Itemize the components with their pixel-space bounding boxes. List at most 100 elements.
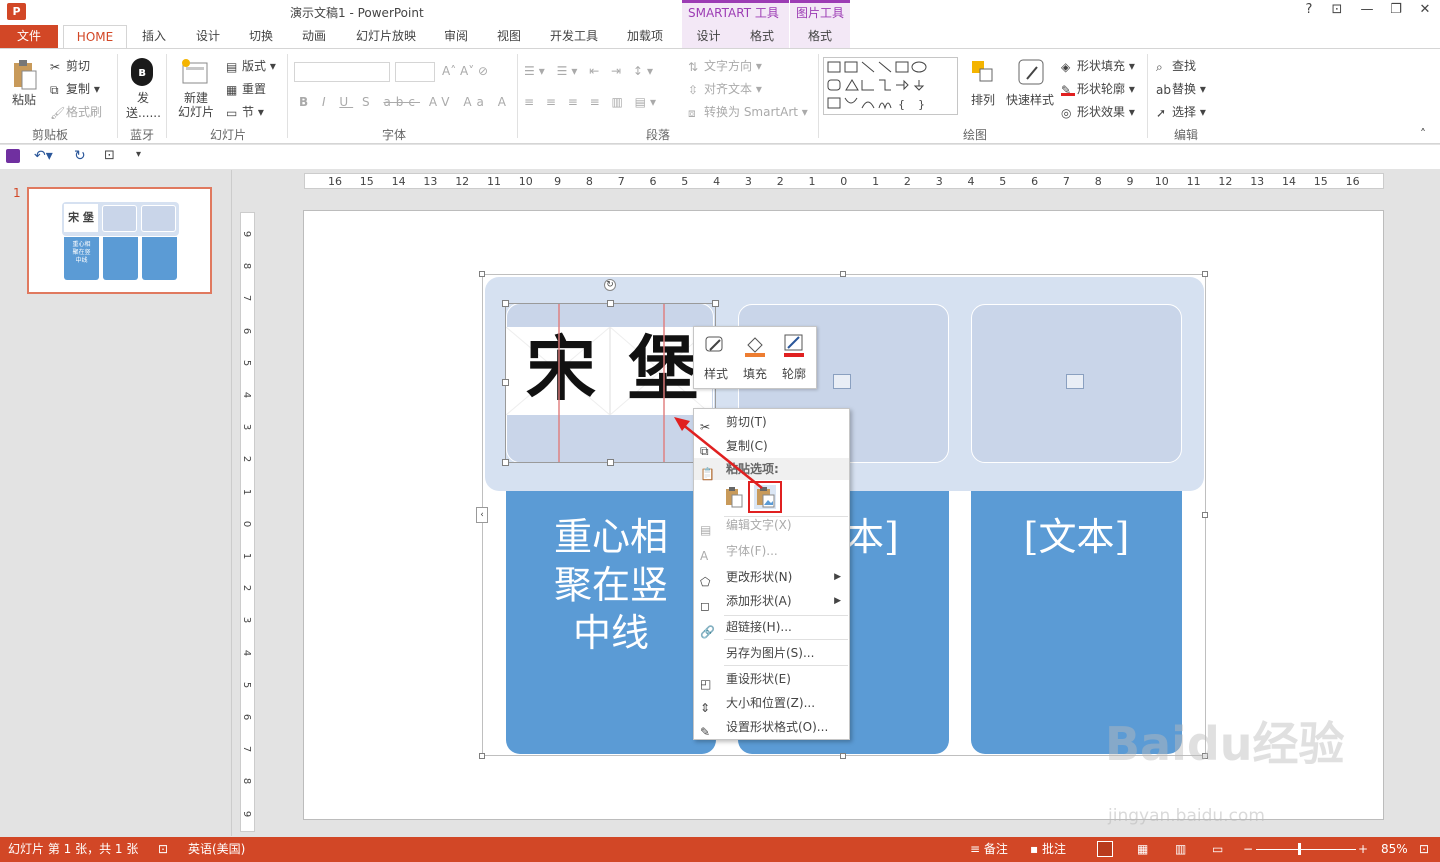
tab-view[interactable]: 视图 <box>487 25 531 48</box>
font-color-button[interactable]: A <box>498 95 511 109</box>
resize-handle[interactable] <box>607 300 614 307</box>
tab-insert[interactable]: 插入 <box>132 25 176 48</box>
new-slide-button[interactable]: 新建 幻灯片 <box>174 91 218 119</box>
bluetooth-send-button[interactable]: 发送...... <box>126 91 161 121</box>
cut-button[interactable]: ✂ 剪切 <box>50 57 90 74</box>
underline-button[interactable]: U <box>339 95 353 109</box>
notes-button[interactable]: ≡ 备注 <box>970 837 1008 861</box>
language-status[interactable]: 英语(美国) <box>188 837 245 861</box>
resize-handle[interactable] <box>502 459 509 466</box>
arrange-button[interactable]: 排列 <box>971 91 995 108</box>
menu-save-as-picture[interactable]: 另存为图片(S)... <box>694 641 849 665</box>
tab-smartart-format[interactable]: 格式 <box>735 25 789 48</box>
picture-placeholder-icon[interactable] <box>1066 374 1084 389</box>
reset-button[interactable]: ▦ 重置 <box>226 80 266 97</box>
frame-handle[interactable] <box>479 271 485 277</box>
save-icon[interactable] <box>6 149 20 163</box>
restore-button[interactable]: ❐ <box>1384 2 1408 22</box>
tab-developer[interactable]: 开发工具 <box>543 25 605 48</box>
change-case-button[interactable]: Aa <box>463 95 489 109</box>
outline-button[interactable]: 轮廓 <box>782 365 806 382</box>
slideshow-view-icon[interactable]: ▭ <box>1212 837 1223 861</box>
tab-home[interactable]: HOME <box>63 25 127 48</box>
tab-animations[interactable]: 动画 <box>292 25 336 48</box>
tab-picture-format[interactable]: 格式 <box>790 25 850 48</box>
normal-view-icon[interactable] <box>1097 841 1113 857</box>
reading-view-icon[interactable]: ▥ <box>1175 837 1186 861</box>
font-size-select[interactable] <box>395 62 435 82</box>
slide-thumbnail[interactable]: 宋 堡 重心相聚在竖中线 <box>27 187 212 294</box>
font-name-select[interactable] <box>294 62 390 82</box>
close-button[interactable]: ✕ <box>1413 2 1437 22</box>
tab-file[interactable]: 文件 <box>0 25 58 48</box>
select-button[interactable]: ➚ 选择 ▾ <box>1156 103 1206 120</box>
ribbon-display-options-button[interactable]: ⊡ <box>1325 2 1349 22</box>
menu-hyperlink[interactable]: 🔗 超链接(H)... <box>694 615 849 639</box>
resize-handle[interactable] <box>607 459 614 466</box>
text-pane-toggle-icon[interactable]: ‹ <box>476 507 488 523</box>
shadow-button[interactable]: S <box>362 95 375 109</box>
section-button[interactable]: ▭ 节 ▾ <box>226 103 264 120</box>
tab-review[interactable]: 审阅 <box>434 25 478 48</box>
collapse-ribbon-icon[interactable]: ˄ <box>1420 127 1426 141</box>
menu-edit-text[interactable]: ▤ 编辑文字(X) <box>694 513 849 537</box>
frame-handle[interactable] <box>840 753 846 759</box>
fit-to-window-icon[interactable]: ⊡ <box>1419 837 1429 861</box>
help-button[interactable]: ? <box>1297 2 1321 22</box>
paste-button[interactable]: 粘贴 <box>12 91 36 108</box>
zoom-slider-thumb[interactable] <box>1297 843 1301 855</box>
shape-effects-button[interactable]: ◎ 形状效果 ▾ <box>1061 103 1135 120</box>
fill-button[interactable]: 填充 <box>743 365 767 382</box>
frame-handle[interactable] <box>840 271 846 277</box>
zoom-level[interactable]: 85% <box>1381 837 1408 861</box>
menu-reset-shape[interactable]: ◰ 重设形状(E) <box>694 667 849 691</box>
menu-change-shape[interactable]: ⬠ 更改形状(N) ▶ <box>694 565 849 589</box>
frame-handle[interactable] <box>1202 512 1208 518</box>
copy-button[interactable]: ⧉ 复制 ▾ <box>50 80 100 97</box>
find-button[interactable]: ⌕ 查找 <box>1156 57 1196 74</box>
text-block-1[interactable]: 重心相 聚在竖 中线 <box>506 491 716 754</box>
undo-icon[interactable]: ↶▾ <box>34 148 53 164</box>
tab-slideshow[interactable]: 幻灯片放映 <box>349 25 423 48</box>
menu-add-shape[interactable]: ◻ 添加形状(A) ▶ <box>694 589 849 613</box>
format-painter-button[interactable]: 🖌格式刷 <box>50 103 102 120</box>
zoom-in-icon[interactable]: + <box>1358 837 1368 861</box>
convert-smartart-button[interactable]: ⧈ 转换为 SmartArt ▾ <box>688 103 808 120</box>
zoom-out-icon[interactable]: − <box>1243 837 1253 861</box>
replace-button[interactable]: ab替换 ▾ <box>1156 80 1206 97</box>
menu-format-shape[interactable]: ✎ 设置形状格式(O)... <box>694 715 849 739</box>
spellcheck-icon[interactable]: ⊡ <box>158 837 168 861</box>
frame-handle[interactable] <box>1202 271 1208 277</box>
zoom-slider[interactable] <box>1256 849 1356 850</box>
font-size-buttons[interactable]: A˄ A˅ ⊘ <box>442 64 488 78</box>
tab-transitions[interactable]: 切换 <box>239 25 283 48</box>
italic-button[interactable]: I <box>322 95 331 109</box>
shape-fill-button[interactable]: ◈ 形状填充 ▾ <box>1061 57 1135 74</box>
tab-addins[interactable]: 加载项 <box>619 25 671 48</box>
resize-handle[interactable] <box>502 379 509 386</box>
list-buttons[interactable]: ☰▾ ☰▾ ⇤ ⇥ ↕▾ <box>524 64 657 78</box>
shape-outline-button[interactable]: ✎ 形状轮廓 ▾ <box>1061 80 1135 97</box>
rotate-handle-icon[interactable]: ↻ <box>604 279 616 291</box>
menu-font[interactable]: A 字体(F)... <box>694 539 849 563</box>
resize-handle[interactable] <box>502 300 509 307</box>
tab-design[interactable]: 设计 <box>186 25 230 48</box>
text-direction-button[interactable]: ⇅ 文字方向 ▾ <box>688 57 762 74</box>
align-text-button[interactable]: ⇳ 对齐文本 ▾ <box>688 80 762 97</box>
frame-handle[interactable] <box>479 753 485 759</box>
font-format-buttons[interactable]: B I U S abc AV Aa A <box>299 95 511 109</box>
customize-qat-icon[interactable]: ▾ <box>136 149 141 160</box>
slide-sorter-icon[interactable]: ▦ <box>1137 837 1148 861</box>
strikethrough-button[interactable]: abc <box>383 95 420 109</box>
shapes-gallery[interactable]: {} <box>823 57 958 115</box>
picture-placeholder-icon[interactable] <box>833 374 851 389</box>
minimize-button[interactable]: — <box>1355 2 1379 22</box>
tab-smartart-design[interactable]: 设计 <box>682 25 735 48</box>
layout-button[interactable]: ▤ 版式 ▾ <box>226 57 276 74</box>
style-button[interactable]: 样式 <box>704 365 728 382</box>
slideshow-icon[interactable]: ⊡ <box>104 148 115 163</box>
redo-icon[interactable]: ↻ <box>74 148 86 164</box>
resize-handle[interactable] <box>712 300 719 307</box>
alignment-buttons[interactable]: ≡ ≡ ≡ ≡ ▥ ▤▾ <box>524 95 660 109</box>
comments-button[interactable]: ▪ 批注 <box>1030 837 1066 861</box>
